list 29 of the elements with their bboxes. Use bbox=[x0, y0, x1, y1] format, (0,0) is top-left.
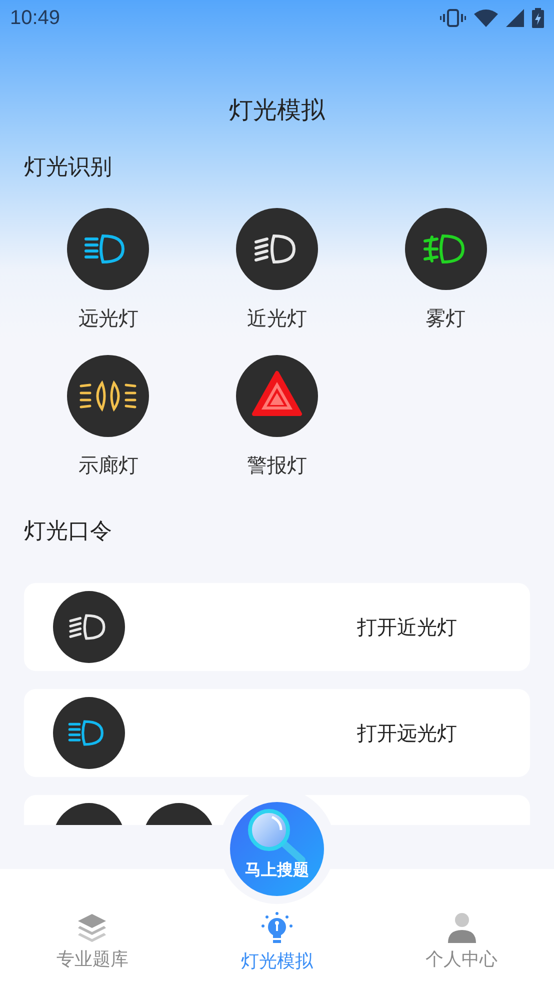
headlight-icon bbox=[67, 208, 150, 290]
headlight-icon bbox=[53, 697, 125, 769]
light-label: 警报灯 bbox=[246, 453, 307, 477]
headlight-icon bbox=[67, 355, 150, 437]
headlight-icon bbox=[404, 208, 487, 290]
command-card[interactable]: 打开远光灯 bbox=[24, 689, 530, 777]
command-text: 打开近光灯 bbox=[356, 614, 458, 641]
battery-icon bbox=[532, 8, 544, 28]
light-label: 近光灯 bbox=[246, 306, 307, 330]
vibrate-icon bbox=[440, 9, 466, 27]
nav-tab[interactable]: 个人中心 bbox=[369, 908, 554, 984]
page-title: 灯光模拟 bbox=[228, 95, 326, 126]
signal-icon bbox=[506, 9, 524, 27]
status-time: 10:49 bbox=[10, 6, 60, 31]
layers-icon bbox=[76, 912, 108, 944]
light-label: 远光灯 bbox=[78, 306, 138, 330]
nav-tab[interactable]: 专业题库 bbox=[0, 908, 185, 984]
headlight-icon bbox=[53, 591, 125, 663]
headlight-icon bbox=[236, 208, 318, 290]
command-card[interactable]: 打开近光灯 bbox=[24, 583, 530, 671]
light-label: 雾灯 bbox=[426, 306, 466, 330]
command-text: 打开远光灯 bbox=[356, 720, 458, 747]
lightbulb-icon bbox=[260, 912, 294, 946]
section-heading: 灯光口令 bbox=[24, 520, 112, 544]
light-label: 示廊灯 bbox=[78, 453, 138, 477]
person-icon bbox=[446, 912, 478, 944]
section-heading: 灯光识别 bbox=[24, 156, 112, 180]
wifi-icon bbox=[474, 9, 498, 27]
nav-tab[interactable]: 灯光模拟 bbox=[184, 908, 370, 984]
